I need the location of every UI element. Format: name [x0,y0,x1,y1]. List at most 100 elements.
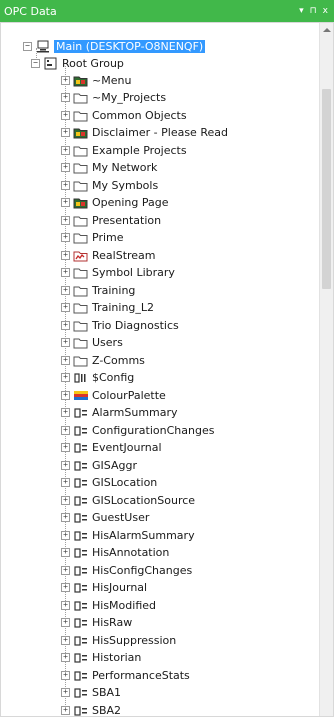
expand-icon[interactable]: + [61,705,70,715]
expand-icon[interactable]: + [61,670,70,680]
expand-icon[interactable]: + [61,548,70,557]
expand-icon[interactable]: + [61,93,70,102]
expand-icon[interactable]: + [61,565,70,575]
expand-icon[interactable]: + [61,268,70,277]
tree-item-label[interactable]: GISLocation [92,476,157,489]
tree-item-label[interactable]: ~Menu [92,74,131,87]
tree-item[interactable]: + Symbol Library [61,265,175,281]
tree-item-label[interactable]: Common Objects [92,109,187,122]
tree-item-label[interactable]: Disclaimer - Please Read [92,126,228,139]
collapse-icon[interactable]: − [23,41,32,51]
tree-item-label[interactable]: SBA1 [92,686,121,699]
tree-item[interactable]: + HisAnnotation [61,545,169,561]
expand-icon[interactable]: + [61,425,70,435]
tree-item-label[interactable]: RealStream [92,249,156,262]
tree-item-label[interactable]: GISAggr [92,459,137,472]
tree-item[interactable]: + Prime [61,230,124,246]
expand-icon[interactable]: + [61,390,70,400]
tree-item[interactable]: + Example Projects [61,142,187,158]
collapse-icon[interactable]: − [31,58,40,68]
tree-item[interactable]: + HisRaw [61,615,132,631]
expand-icon[interactable]: + [61,460,70,470]
tree-item-label[interactable]: Historian [92,651,141,664]
tree-item-label[interactable]: HisSuppression [92,634,176,647]
tree-item[interactable]: + RealStream [61,247,156,263]
tree-item[interactable]: + Training [61,282,135,298]
tree-item-label[interactable]: AlarmSummary [92,406,178,419]
expand-icon[interactable]: + [61,128,70,137]
tree-item-label[interactable]: Prime [92,231,124,244]
tree-item[interactable]: + GISLocationSource [61,492,195,508]
expand-icon[interactable]: + [61,653,70,662]
expand-icon[interactable]: + [61,408,70,417]
tree-group-label[interactable]: Root Group [62,57,124,70]
expand-icon[interactable]: + [61,618,70,627]
pin-icon[interactable]: ⊓ [310,6,317,16]
tree-item-label[interactable]: HisJournal [92,581,147,594]
expand-icon[interactable]: + [61,75,70,85]
tree-item-label[interactable]: GISLocationSource [92,494,195,507]
tree-item-label[interactable]: EventJournal [92,441,162,454]
tree-root-node[interactable]: − Main (DESKTOP-O8NENQF) [23,38,206,54]
tree-item[interactable]: + My Network [61,160,157,176]
expand-icon[interactable]: + [61,478,70,487]
tree-item[interactable]: + Common Objects [61,107,187,123]
expand-icon[interactable]: + [61,233,70,242]
tree-item-label[interactable]: ConfigurationChanges [92,424,214,437]
tree-item[interactable]: + Users [61,335,123,351]
tree-item[interactable]: + Opening Page [61,195,169,211]
tree-item-label[interactable]: HisModified [92,599,156,612]
tree-item[interactable]: + HisJournal [61,580,147,596]
tree-item-label[interactable]: My Network [92,161,157,174]
expand-icon[interactable]: + [61,513,70,522]
tree-item[interactable]: + GuestUser [61,510,149,526]
expand-icon[interactable]: + [61,145,70,155]
expand-icon[interactable]: + [61,688,70,697]
tree-item[interactable]: + Disclaimer - Please Read [61,125,228,141]
expand-icon[interactable]: + [61,530,70,540]
tree-item-label[interactable]: PerformanceStats [92,669,190,682]
tree-item-label[interactable]: Presentation [92,214,161,227]
expand-icon[interactable]: + [61,355,70,365]
expand-icon[interactable]: + [61,338,70,347]
tree-item[interactable]: + Z-Comms [61,352,145,368]
tree-item[interactable]: + SBA1 [61,685,121,701]
expand-icon[interactable]: + [61,163,70,172]
expand-icon[interactable]: + [61,198,70,207]
tree-group-node[interactable]: − Root Group [31,55,124,71]
tree-item[interactable]: + $Config [61,370,134,386]
tree-item-label[interactable]: Training [92,284,135,297]
tree-item[interactable]: + Trio Diagnostics [61,317,179,333]
tree-item-label[interactable]: ~My_Projects [92,91,166,104]
tree-item[interactable]: + HisConfigChanges [61,562,192,578]
tree-item[interactable]: + Presentation [61,212,161,228]
tree-item-label[interactable]: HisRaw [92,616,132,629]
scroll-up-icon[interactable] [323,28,331,32]
tree-item-label[interactable]: My Symbols [92,179,158,192]
tree-item[interactable]: + HisSuppression [61,632,176,648]
expand-icon[interactable]: + [61,180,70,190]
expand-icon[interactable]: + [61,215,70,225]
tree-item[interactable]: + My Symbols [61,177,158,193]
expand-icon[interactable]: + [61,250,70,260]
vertical-scrollbar[interactable] [319,23,333,716]
expand-icon[interactable]: + [61,443,70,452]
tree-item-label[interactable]: Opening Page [92,196,169,209]
tree-item[interactable]: + GISAggr [61,457,137,473]
tree-item[interactable]: + Training_L2 [61,300,154,316]
expand-icon[interactable]: + [61,583,70,592]
tree-item[interactable]: + EventJournal [61,440,162,456]
tree-item[interactable]: + ~Menu [61,72,131,88]
tree-item-label[interactable]: Example Projects [92,144,187,157]
tree-item-label[interactable]: Users [92,336,123,349]
tree-item[interactable]: + ~My_Projects [61,90,166,106]
tree-root-label[interactable]: Main (DESKTOP-O8NENQF) [54,39,206,53]
tree-item-label[interactable]: HisAnnotation [92,546,169,559]
tree-item-label[interactable]: SBA2 [92,704,121,717]
tree-item[interactable]: + AlarmSummary [61,405,178,421]
tree-item-label[interactable]: HisAlarmSummary [92,529,195,542]
tree-item[interactable]: + Historian [61,650,141,666]
expand-icon[interactable]: + [61,303,70,312]
tree-item[interactable]: + SBA2 [61,702,121,716]
tree-item-label[interactable]: Z-Comms [92,354,145,367]
